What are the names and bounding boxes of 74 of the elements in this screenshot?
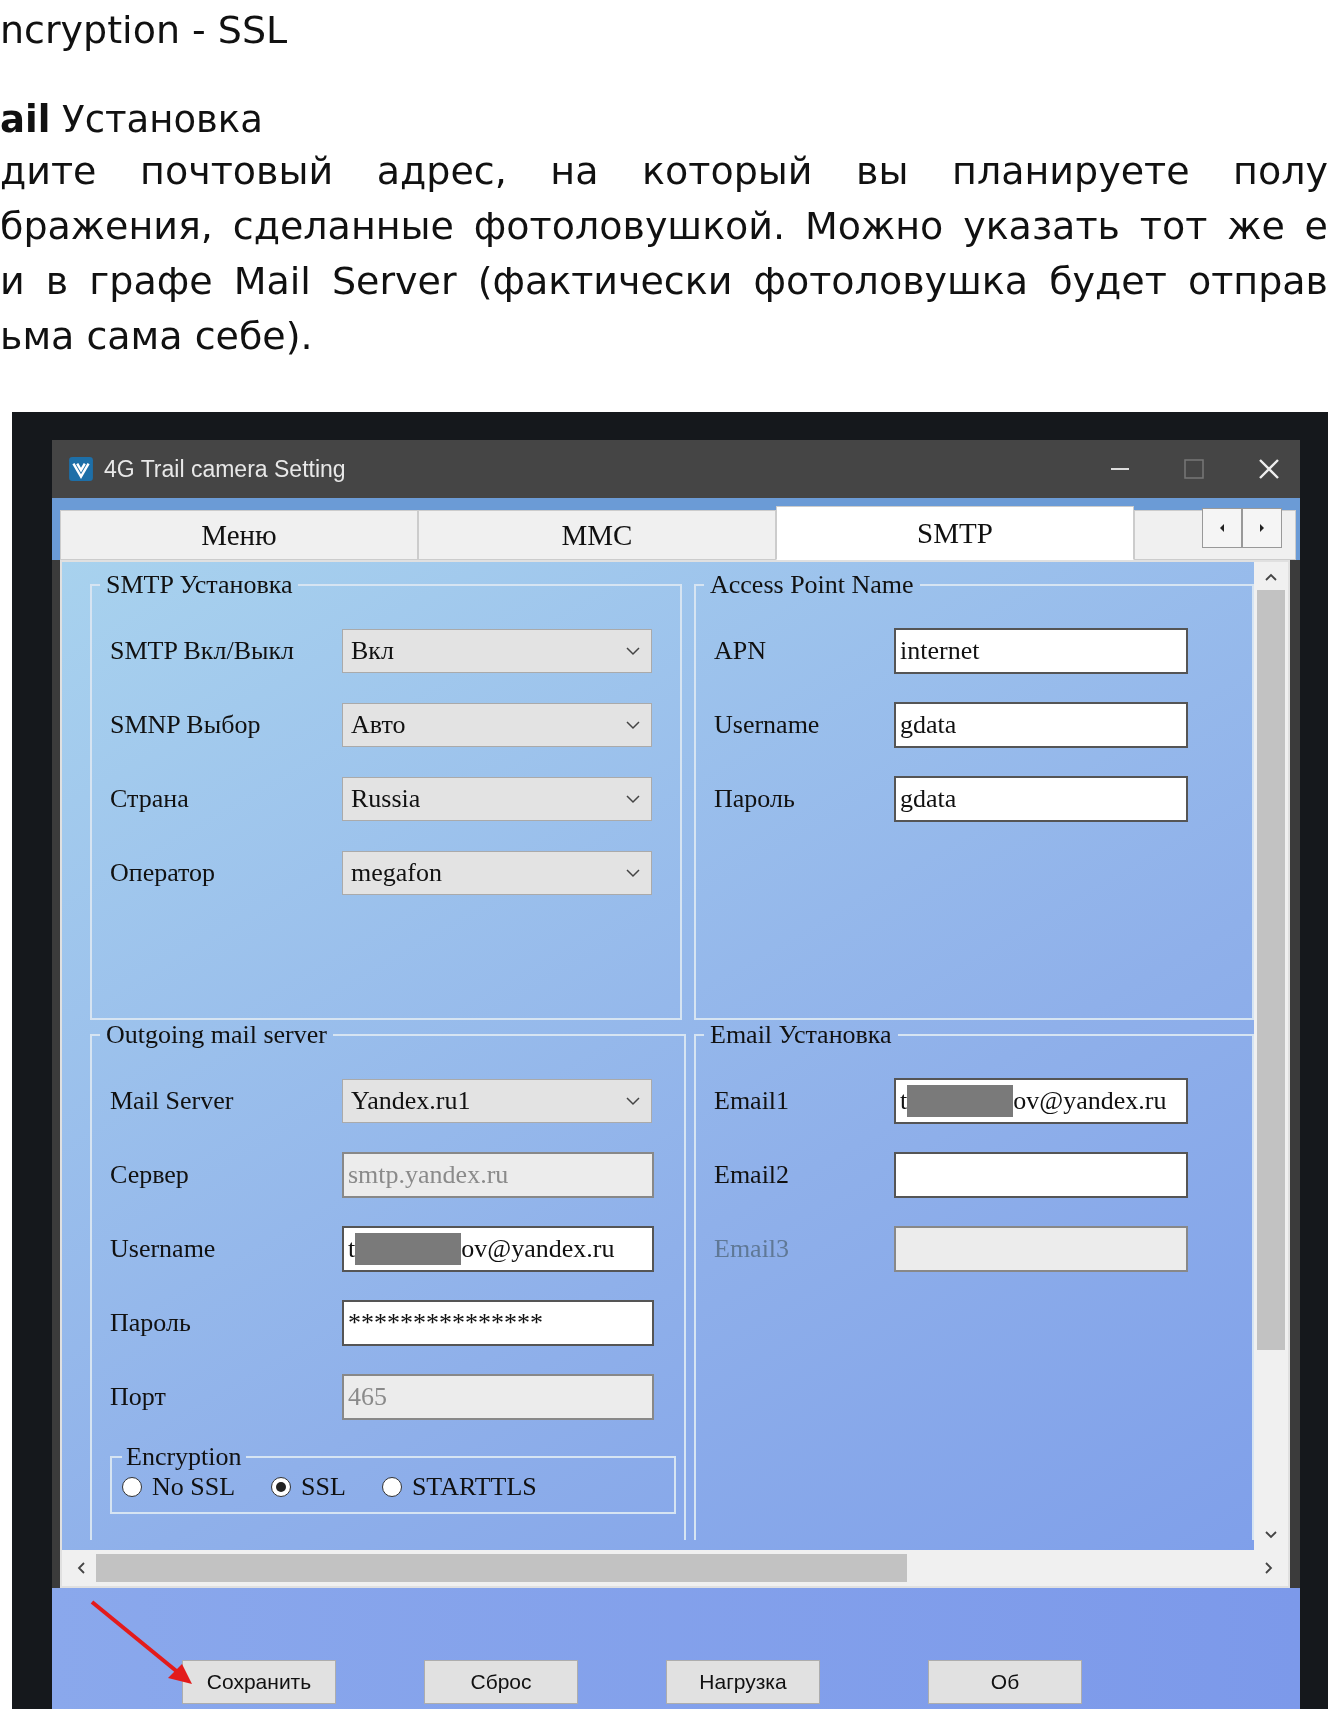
app-logo-icon	[68, 456, 94, 482]
paragraph-line: ьма сама себе).	[0, 313, 314, 360]
chevron-down-icon	[625, 646, 641, 656]
field-label: Username	[110, 1234, 217, 1264]
input-field[interactable]	[894, 1152, 1188, 1198]
group-title: Outgoing mail server	[105, 1020, 328, 1050]
input-field[interactable]: gdata	[894, 776, 1188, 822]
field-label: Оператор	[110, 858, 217, 888]
tab-scroll-left-button[interactable]	[1202, 508, 1242, 548]
field-label: Страна	[110, 784, 190, 814]
radio-button[interactable]	[271, 1477, 292, 1497]
radio-option[interactable]: SSL	[271, 1472, 346, 1502]
chevron-down-icon	[625, 794, 641, 804]
tab-scroll-right-button[interactable]	[1242, 508, 1282, 548]
radio-button[interactable]	[381, 1477, 402, 1497]
chevron-left-icon	[76, 1561, 86, 1575]
action-button[interactable]: Нагрузка	[666, 1660, 820, 1704]
paragraph-line: бражения, сделанные фотоловушкой. Можно указать тот же е	[0, 203, 1328, 250]
field-label: Email3	[714, 1234, 791, 1264]
group-title: Access Point Name	[709, 570, 915, 600]
field-label: SMTP Вкл/Выкл	[110, 636, 296, 666]
group-title: SMTP Установка	[105, 570, 294, 600]
field-value-end: ov@yandex.ru	[1013, 1086, 1167, 1116]
chevron-down-icon	[625, 720, 641, 730]
field-label: Mail Server	[110, 1086, 235, 1116]
input-field[interactable]: ***************	[342, 1300, 654, 1346]
dropdown[interactable]: Russia	[342, 777, 652, 821]
group-title: Email Установка	[709, 1020, 893, 1050]
field-value-start: t	[900, 1086, 908, 1116]
input-field[interactable]: internet	[894, 628, 1188, 674]
field-label: SMNP Выбор	[110, 710, 262, 740]
vertical-scrollbar[interactable]	[1254, 562, 1288, 1550]
field-value-start: t	[348, 1234, 356, 1264]
tab[interactable]: Меню	[60, 510, 418, 560]
chevron-right-icon	[1264, 1561, 1274, 1575]
input-field[interactable]: t ov@yandex.ru	[342, 1226, 654, 1272]
article-heading: ncryption - SSL	[0, 7, 289, 54]
tab[interactable]: MMC	[418, 510, 776, 560]
window-title: 4G Trail camera Setting	[104, 455, 347, 483]
close-icon[interactable]	[1258, 458, 1280, 480]
right-triangle-icon	[1258, 523, 1266, 533]
dropdown[interactable]: Авто	[342, 703, 652, 747]
radio-option[interactable]: STARTTLS	[381, 1472, 537, 1502]
dropdown[interactable]: megafon	[342, 851, 652, 895]
action-button[interactable]: Сохранить	[182, 1660, 336, 1704]
action-button[interactable]: Об	[928, 1660, 1082, 1704]
field-label: APN	[714, 636, 767, 666]
dropdown[interactable]: Вкл	[342, 629, 652, 673]
paragraph-line: дите почтовый адрес, на который вы планируете полу	[0, 148, 1328, 195]
field-value-end: ov@yandex.ru	[461, 1234, 615, 1264]
field-label: Пароль	[714, 784, 796, 814]
field-label: Сервер	[110, 1160, 190, 1190]
article-subheading: ail Установка	[0, 97, 264, 143]
input-field[interactable]: t ov@yandex.ru	[894, 1078, 1188, 1124]
group-title: Encryption	[125, 1442, 243, 1472]
action-button[interactable]: Сброс	[424, 1660, 578, 1704]
field-label: Email2	[714, 1160, 791, 1190]
radio-option[interactable]: No SSL	[122, 1472, 236, 1502]
input-field[interactable]: gdata	[894, 702, 1188, 748]
input-field[interactable]	[894, 1226, 1188, 1272]
radio-button[interactable]	[122, 1477, 142, 1497]
chevron-down-icon	[1264, 1530, 1278, 1540]
paragraph-line: и в графе Mail Server (фактически фотоловушка будет отправ	[0, 258, 1328, 305]
tab[interactable]: SMTP	[776, 506, 1134, 560]
field-label: Пароль	[110, 1308, 192, 1338]
chevron-down-icon	[625, 868, 641, 878]
field-label: Порт	[110, 1382, 167, 1412]
horizontal-scrollbar[interactable]	[62, 1550, 1288, 1586]
left-triangle-icon	[1218, 523, 1226, 533]
dropdown[interactable]: Yandex.ru1	[342, 1079, 652, 1123]
chevron-up-icon	[1264, 572, 1278, 582]
field-label: Email1	[714, 1086, 791, 1116]
chevron-down-icon	[625, 1096, 641, 1106]
field-label: Username	[714, 710, 821, 740]
